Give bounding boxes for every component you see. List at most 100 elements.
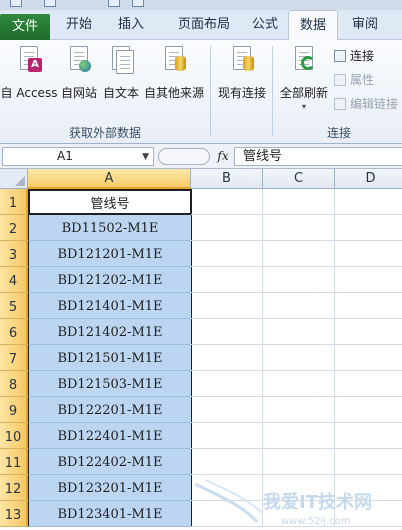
cell-empty[interactable] (335, 189, 402, 215)
cell-empty[interactable] (191, 371, 263, 397)
cell-pipe-number[interactable]: BD121402-M1E (28, 319, 192, 345)
existing-connections-button[interactable]: 现有连接 (216, 44, 268, 108)
row-header[interactable]: 9 (0, 397, 28, 423)
cell-empty[interactable] (335, 449, 402, 475)
cell-empty[interactable] (191, 345, 263, 371)
column-header-c[interactable]: C (263, 169, 335, 189)
edit-links-button[interactable]: 编辑链接 (334, 95, 398, 113)
from-web-button[interactable]: 自网站 (58, 44, 100, 108)
cell-pipe-number[interactable]: BD123401-M1E (28, 501, 192, 527)
cell-empty[interactable] (191, 501, 263, 527)
cell-pipe-number[interactable]: BD123201-M1E (28, 475, 192, 501)
row-header[interactable]: 12 (0, 475, 28, 501)
cell-pipe-number[interactable]: BD122401-M1E (28, 423, 192, 449)
row-header[interactable]: 13 (0, 501, 28, 527)
cell-empty[interactable] (263, 371, 335, 397)
formula-bar: A1 ▼ fx 管线号 (0, 144, 402, 169)
tab-home[interactable]: 开始 (56, 10, 102, 40)
tab-review[interactable]: 审阅 (342, 10, 388, 40)
group-connections: 连接 (326, 126, 351, 140)
row-header[interactable]: 10 (0, 423, 28, 449)
cell-empty[interactable] (263, 319, 335, 345)
row-header[interactable]: 3 (0, 241, 28, 267)
cell-empty[interactable] (335, 293, 402, 319)
cell-empty[interactable] (263, 475, 335, 501)
cell-empty[interactable] (263, 423, 335, 449)
cell-empty[interactable] (263, 241, 335, 267)
save-icon[interactable] (10, 0, 22, 7)
cell-empty[interactable] (191, 267, 263, 293)
cell-a1-header[interactable]: 管线号 (28, 189, 192, 215)
cell-empty[interactable] (191, 449, 263, 475)
cell-empty[interactable] (335, 241, 402, 267)
row-header[interactable]: 1 (0, 189, 28, 215)
cell-empty[interactable] (191, 189, 263, 215)
cell-empty[interactable] (191, 423, 263, 449)
undo-icon[interactable] (44, 0, 56, 7)
cell-empty[interactable] (263, 293, 335, 319)
row-header[interactable]: 8 (0, 371, 28, 397)
cell-empty[interactable] (335, 267, 402, 293)
from-text-button[interactable]: 自文本 (100, 44, 142, 108)
row-header[interactable]: 4 (0, 267, 28, 293)
formula-bar-handle[interactable] (158, 148, 210, 165)
cell-empty[interactable] (335, 397, 402, 423)
insert-function-button[interactable]: fx (212, 147, 234, 166)
row-header[interactable]: 2 (0, 215, 28, 241)
cell-pipe-number[interactable]: BD122402-M1E (28, 449, 192, 475)
cell-pipe-number[interactable]: BD121501-M1E (28, 345, 192, 371)
column-header-b[interactable]: B (191, 169, 263, 189)
cell-pipe-number[interactable]: BD121202-M1E (28, 267, 192, 293)
column-header-d[interactable]: D (335, 169, 402, 189)
row-header[interactable]: 7 (0, 345, 28, 371)
cell-empty[interactable] (335, 345, 402, 371)
from-other-sources-button[interactable]: 自其他来源 (142, 44, 206, 108)
cell-pipe-number[interactable]: BD121201-M1E (28, 241, 192, 267)
cell-empty[interactable] (191, 241, 263, 267)
cell-empty[interactable] (191, 215, 263, 241)
ribbon-tab-bar: 文件 开始 插入 页面布局 公式 数据 审阅 (0, 10, 402, 41)
cell-empty[interactable] (335, 319, 402, 345)
chevron-down-icon[interactable]: ▼ (142, 149, 149, 166)
row-header[interactable]: 11 (0, 449, 28, 475)
formula-input[interactable]: 管线号 (234, 147, 402, 166)
cell-empty[interactable] (191, 475, 263, 501)
cell-pipe-number[interactable]: BD122201-M1E (28, 397, 192, 423)
cell-empty[interactable] (191, 397, 263, 423)
from-access-button[interactable]: A 自 Access (0, 44, 58, 108)
refresh-all-button[interactable]: 全部刷新 ▾ (276, 44, 332, 111)
tab-page-layout[interactable]: 页面布局 (162, 10, 246, 40)
tab-insert[interactable]: 插入 (108, 10, 154, 40)
cell-empty[interactable] (191, 293, 263, 319)
cell-empty[interactable] (263, 215, 335, 241)
cell-pipe-number[interactable]: BD11502-M1E (28, 215, 192, 241)
cell-empty[interactable] (335, 371, 402, 397)
worksheet-grid[interactable]: A B C D 1 管线号 2 BD11502-M1E 3 BD121201-M1E 4 BD… (0, 169, 402, 530)
tab-file[interactable]: 文件 (0, 14, 50, 40)
cell-empty[interactable] (263, 397, 335, 423)
customize-icon[interactable] (132, 0, 144, 7)
cell-pipe-number[interactable]: BD121401-M1E (28, 293, 192, 319)
cell-empty[interactable] (191, 319, 263, 345)
connections-button[interactable]: 连接 (334, 47, 374, 65)
cell-empty[interactable] (263, 345, 335, 371)
select-all-button[interactable] (0, 169, 28, 189)
name-box[interactable]: A1 ▼ (2, 147, 154, 166)
print-icon[interactable] (108, 0, 120, 7)
cell-empty[interactable] (335, 501, 402, 527)
row-header[interactable]: 5 (0, 293, 28, 319)
cell-pipe-number[interactable]: BD121503-M1E (28, 371, 192, 397)
column-header-a[interactable]: A (28, 169, 191, 189)
properties-button[interactable]: 属性 (334, 71, 374, 89)
cell-empty[interactable] (263, 449, 335, 475)
tab-formulas[interactable]: 公式 (242, 10, 288, 40)
cell-empty[interactable] (263, 501, 335, 527)
cell-empty[interactable] (263, 189, 335, 215)
row-header[interactable]: 6 (0, 319, 28, 345)
cell-empty[interactable] (335, 475, 402, 501)
cell-empty[interactable] (335, 423, 402, 449)
tab-data[interactable]: 数据 (288, 10, 338, 41)
cell-empty[interactable] (263, 267, 335, 293)
cell-empty[interactable] (335, 215, 402, 241)
data-ribbon: A 自 Access 自网站 自文本 自其他来源 获取外部数据 现有连接 全部刷… (0, 40, 402, 144)
